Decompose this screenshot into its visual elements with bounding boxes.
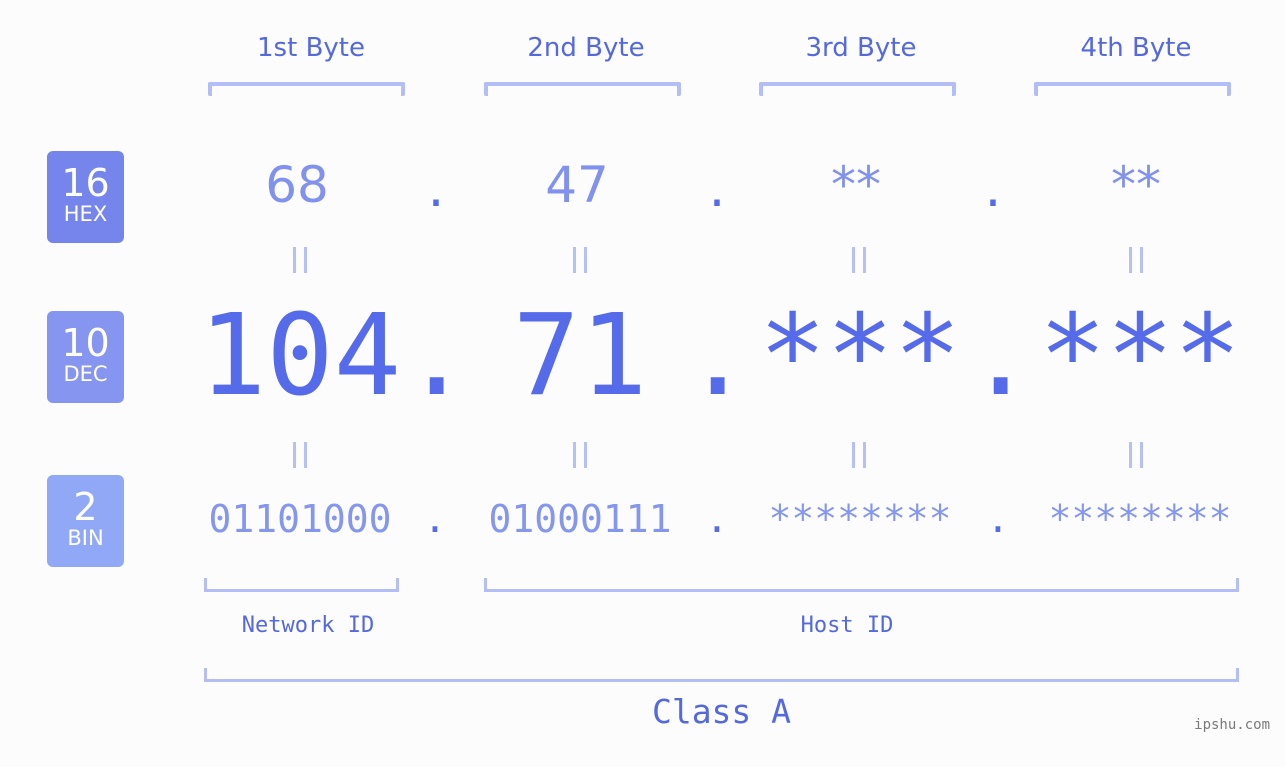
bin-value-4: ******** <box>1048 497 1232 541</box>
byte-bracket-1 <box>208 82 405 96</box>
bin-separator-3: . <box>986 497 1010 541</box>
network-id-label: Network ID <box>241 613 375 638</box>
bin-separator-2: . <box>705 497 729 541</box>
dec-value-1: 104 <box>198 291 402 421</box>
equals-icon <box>852 442 866 468</box>
hex-value-1: 68 <box>265 156 329 214</box>
byte-header-2: 2nd Byte <box>527 33 645 63</box>
hex-separator-2: . <box>703 166 731 217</box>
hex-value-2: 47 <box>545 156 609 214</box>
dec-value-2: 71 <box>512 291 648 421</box>
hex-value-3: ** <box>831 156 881 214</box>
bin-badge-label: BIN <box>67 526 104 550</box>
hex-separator-1: . <box>422 166 450 217</box>
byte-bracket-4 <box>1034 82 1231 96</box>
hex-separator-3: . <box>979 166 1007 217</box>
byte-header-1: 1st Byte <box>257 33 365 63</box>
equals-icon <box>293 442 307 468</box>
equals-icon <box>852 247 866 273</box>
class-label: Class A <box>651 692 792 731</box>
bin-separator-1: . <box>423 497 447 541</box>
byte-header-3: 3rd Byte <box>805 33 917 63</box>
dec-separator-3: . <box>967 291 1035 421</box>
dec-value-3: *** <box>758 291 962 421</box>
equals-icon <box>293 247 307 273</box>
hex-badge-number: 16 <box>61 161 110 205</box>
dec-badge: 10 DEC <box>47 311 124 403</box>
equals-icon <box>573 247 587 273</box>
equals-icon <box>1129 442 1143 468</box>
byte-bracket-3 <box>759 82 956 96</box>
hex-badge-label: HEX <box>63 202 108 226</box>
bin-value-1: 01101000 <box>208 497 392 541</box>
dec-badge-label: DEC <box>63 362 108 386</box>
dec-value-4: *** <box>1038 291 1242 421</box>
watermark: ipshu.com <box>1194 717 1270 733</box>
equals-icon <box>1129 247 1143 273</box>
host-id-label: Host ID <box>800 613 894 638</box>
hex-badge: 16 HEX <box>47 151 124 243</box>
bin-value-2: 01000111 <box>488 497 672 541</box>
equals-icon <box>573 442 587 468</box>
dec-separator-1: . <box>403 291 471 421</box>
bin-value-3: ******** <box>768 497 952 541</box>
bin-badge: 2 BIN <box>47 475 124 567</box>
network-id-bracket <box>204 578 399 592</box>
byte-bracket-2 <box>484 82 681 96</box>
dec-separator-2: . <box>684 291 752 421</box>
byte-header-4: 4th Byte <box>1080 33 1192 63</box>
dec-badge-number: 10 <box>61 321 110 365</box>
class-bracket <box>204 668 1239 682</box>
hex-value-4: ** <box>1111 156 1161 214</box>
bin-badge-number: 2 <box>73 485 98 529</box>
host-id-bracket <box>484 578 1239 592</box>
